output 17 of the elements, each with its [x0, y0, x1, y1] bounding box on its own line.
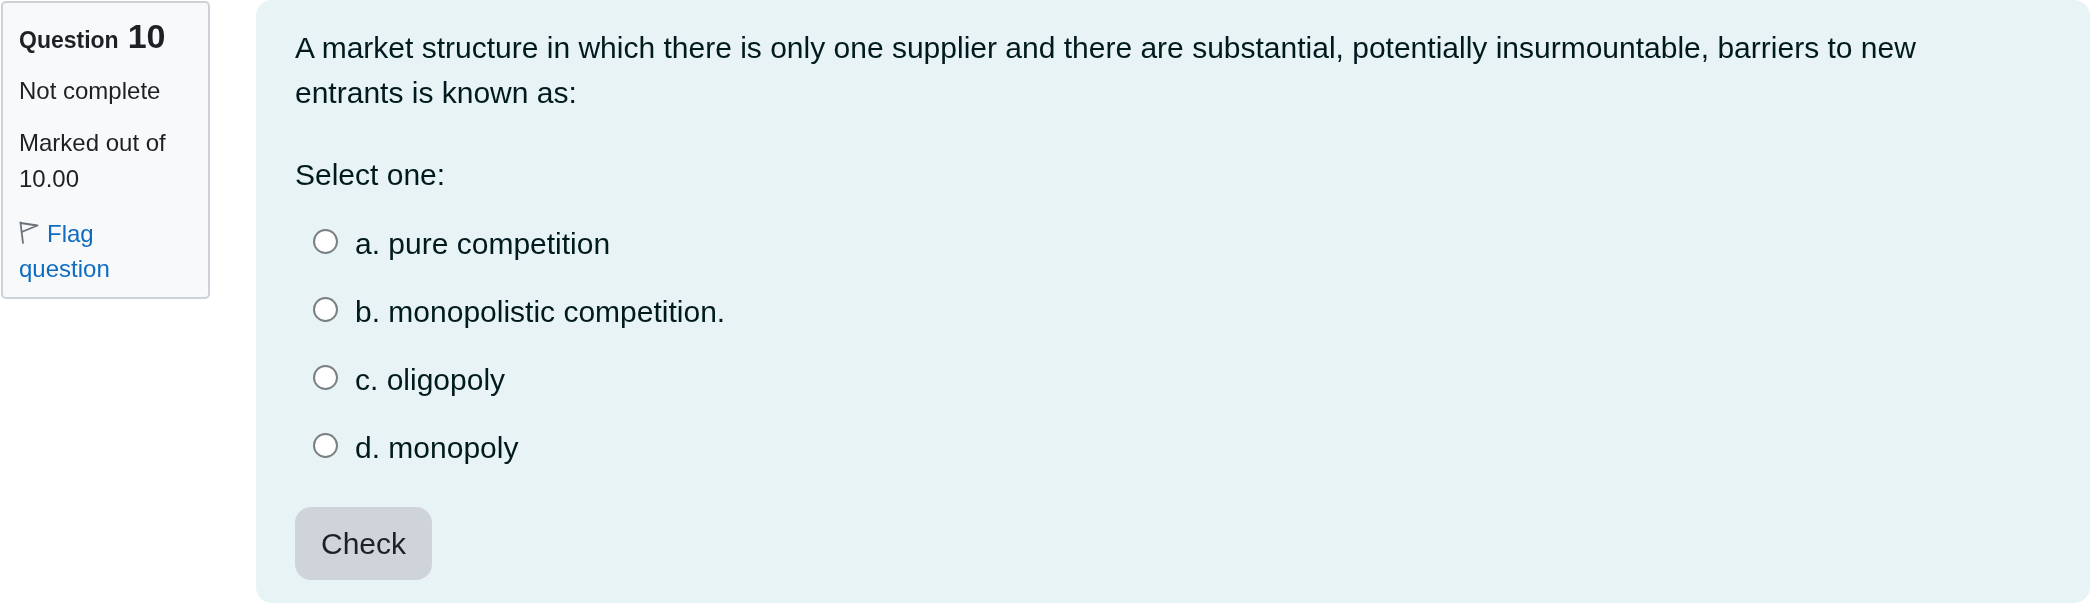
radio-button[interactable]	[313, 364, 338, 390]
check-button[interactable]: Check	[295, 507, 433, 580]
question-marks: Marked out of 10.00	[19, 128, 167, 194]
radio-button[interactable]	[313, 296, 338, 322]
question-label: Question	[19, 26, 119, 55]
answer-option-label[interactable]: c. oligopoly	[355, 357, 506, 402]
radio-button[interactable]	[313, 228, 338, 254]
answer-option-label[interactable]: b. monopolistic competition.	[355, 289, 726, 334]
answer-option-label[interactable]: a. pure competition	[355, 221, 611, 266]
answer-option-label[interactable]: d. monopoly	[355, 425, 519, 470]
flag-icon	[19, 221, 39, 244]
flag-question-link[interactable]: Flag question	[19, 216, 159, 286]
radio-button[interactable]	[313, 432, 338, 458]
question-number: 10	[127, 16, 166, 56]
select-one-prompt: Select one:	[295, 157, 447, 193]
question-status: Not complete	[19, 76, 162, 106]
question-text: A market structure in which there is only one supplier and there are substantial, potentially insurmountable, barriers to new entrants is known as:	[295, 30, 1917, 111]
